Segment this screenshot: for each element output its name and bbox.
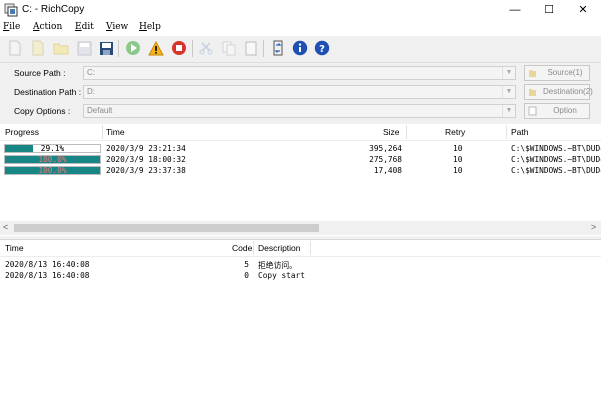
cut-icon[interactable] <box>197 39 215 57</box>
destination-path-label: Destination Path : <box>14 87 82 97</box>
log-list-header: Time Code Description <box>0 240 601 257</box>
menu-action[interactable]: Action <box>33 22 62 32</box>
progress-bar: 100.0% <box>4 166 101 175</box>
source-button[interactable]: Source(1) <box>524 65 590 81</box>
table-row[interactable]: 100.0% 2020/3/9 18:00:32 275,768 10 C:\$… <box>0 154 601 165</box>
table-row[interactable]: 29.1% 2020/3/9 23:21:34 395,264 10 C:\$W… <box>0 143 601 154</box>
menu-file[interactable]: File <box>3 22 20 32</box>
log-code: 5 <box>244 260 249 269</box>
destination-path-value: D: <box>87 87 95 96</box>
log-code: 0 <box>244 271 249 280</box>
row-path: C:\$WINDOWS.~BT\DUDo <box>511 144 601 153</box>
folder-icon <box>528 87 537 97</box>
row-size: 395,264 <box>369 144 402 153</box>
start-icon[interactable] <box>124 39 142 57</box>
document-icon <box>528 106 537 116</box>
sync-icon[interactable] <box>269 39 287 57</box>
horizontal-scrollbar[interactable]: < > <box>0 221 601 235</box>
column-header-size[interactable]: Size <box>383 127 400 137</box>
svg-text:?: ? <box>319 44 325 55</box>
progress-text: 29.1% <box>40 144 65 153</box>
paste-icon[interactable] <box>242 39 260 57</box>
log-row[interactable]: 2020/8/13 16:40:08 5 拒绝访问。 <box>0 259 601 270</box>
toolbar-separator <box>192 40 193 57</box>
stop-icon[interactable] <box>170 39 188 57</box>
toolbar-separator <box>118 40 119 57</box>
progress-text: 100.0% <box>38 166 67 175</box>
log-description: Copy start <box>258 271 305 280</box>
progress-bar: 100.0% <box>4 155 101 164</box>
chevron-down-icon[interactable]: ▼ <box>502 67 515 79</box>
row-retry: 10 <box>453 166 463 175</box>
progress-list-header: Progress Time Size Retry Path <box>0 124 601 141</box>
save-as-icon[interactable] <box>97 39 115 57</box>
column-separator[interactable] <box>406 125 407 139</box>
row-path: C:\$WINDOWS.~BT\DUDo <box>511 155 601 164</box>
info-icon[interactable] <box>291 39 309 57</box>
source-path-label: Source Path : <box>14 68 66 78</box>
toolbar-separator <box>263 40 264 57</box>
menu-view[interactable]: View <box>106 22 128 32</box>
warning-icon[interactable] <box>147 39 165 57</box>
toolbar: ? <box>0 36 601 63</box>
help-icon[interactable]: ? <box>313 39 331 57</box>
row-retry: 10 <box>453 155 463 164</box>
menu-edit[interactable]: Edit <box>75 22 94 32</box>
copy-options-value: Default <box>87 106 113 115</box>
folder-icon <box>528 68 537 78</box>
column-header-retry[interactable]: Retry <box>445 127 465 137</box>
minimize-button[interactable]: — <box>498 0 532 20</box>
source-path-combo[interactable]: C: ▼ <box>83 66 516 80</box>
window-title: C: - RichCopy <box>22 4 85 15</box>
column-header-progress[interactable]: Progress <box>5 127 39 137</box>
column-separator[interactable] <box>102 125 103 139</box>
chevron-down-icon[interactable]: ▼ <box>502 105 515 117</box>
menu-help[interactable]: Help <box>139 22 161 32</box>
new-file-icon[interactable] <box>6 39 24 57</box>
column-header-path[interactable]: Path <box>511 127 529 137</box>
destination-button[interactable]: Destination(2) <box>524 84 593 100</box>
source-path-value: C: <box>87 68 95 77</box>
chevron-down-icon[interactable]: ▼ <box>502 86 515 98</box>
log-time: 2020/8/13 16:40:08 <box>5 260 90 269</box>
log-row[interactable]: 2020/8/13 16:40:08 0 Copy start <box>0 270 601 281</box>
column-header-code[interactable]: Code <box>232 243 252 253</box>
scroll-left-arrow[interactable]: < <box>3 222 8 232</box>
column-separator[interactable] <box>506 125 507 139</box>
open-file-icon[interactable] <box>29 39 47 57</box>
progress-bar: 29.1% <box>4 144 101 153</box>
destination-path-combo[interactable]: D: ▼ <box>83 85 516 99</box>
option-button[interactable]: Option <box>524 103 590 119</box>
row-size: 275,768 <box>369 155 402 164</box>
row-time: 2020/3/9 23:37:38 <box>106 166 186 175</box>
richcopy-app-icon <box>4 3 18 17</box>
column-header-time[interactable]: Time <box>106 127 125 137</box>
progress-list[interactable]: Progress Time Size Retry Path 29.1% 2020… <box>0 124 601 236</box>
column-header-description[interactable]: Description <box>258 243 301 253</box>
table-row[interactable]: 100.0% 2020/3/9 23:37:38 17,408 10 C:\$W… <box>0 165 601 176</box>
maximize-button[interactable]: ☐ <box>532 0 566 20</box>
title-bar: C: - RichCopy — ☐ ✕ <box>0 0 601 20</box>
log-time: 2020/8/13 16:40:08 <box>5 271 90 280</box>
column-separator[interactable] <box>310 241 311 255</box>
row-time: 2020/3/9 18:00:32 <box>106 155 186 164</box>
row-time: 2020/3/9 23:21:34 <box>106 144 186 153</box>
menu-bar: File Action Edit View Help <box>0 20 601 36</box>
open-folder-icon[interactable] <box>52 39 70 57</box>
row-path: C:\$WINDOWS.~BT\DUDo <box>511 166 601 175</box>
scrollbar-thumb[interactable] <box>14 224 319 232</box>
progress-text: 100.0% <box>38 155 67 164</box>
scroll-right-arrow[interactable]: > <box>591 222 596 232</box>
save-icon[interactable] <box>75 39 93 57</box>
log-list[interactable]: Time Code Description 2020/8/13 16:40:08… <box>0 239 601 401</box>
column-header-time[interactable]: Time <box>5 243 24 253</box>
row-retry: 10 <box>453 144 463 153</box>
column-separator[interactable] <box>253 241 254 255</box>
copy-options-label: Copy Options : <box>14 106 71 116</box>
copy-icon[interactable] <box>220 39 238 57</box>
row-size: 17,408 <box>373 166 402 175</box>
close-button[interactable]: ✕ <box>566 0 600 20</box>
copy-options-combo[interactable]: Default ▼ <box>83 104 516 118</box>
